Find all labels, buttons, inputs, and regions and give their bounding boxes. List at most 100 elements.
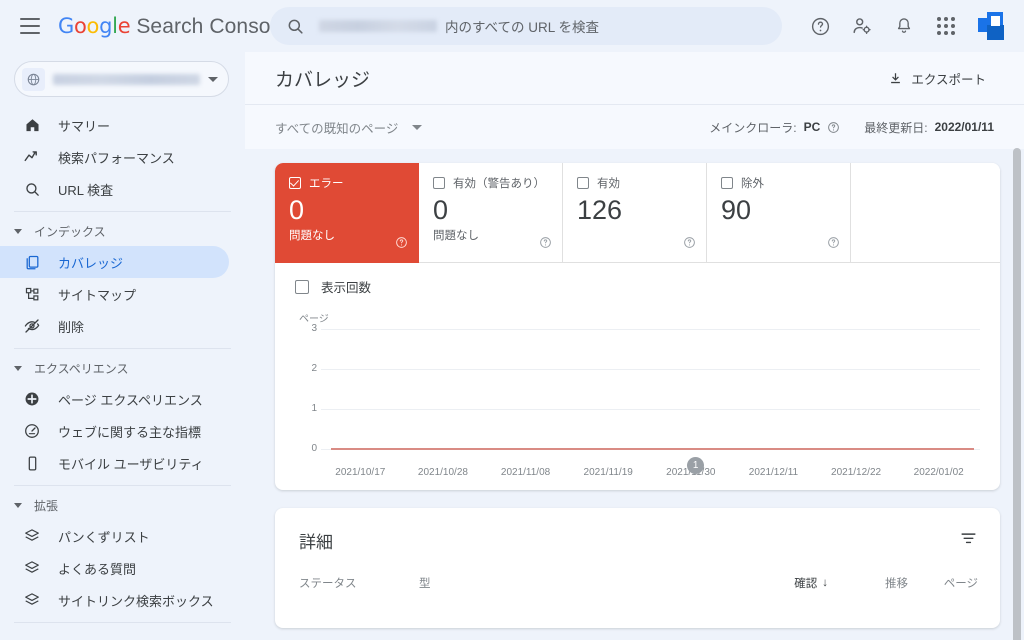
mobile-icon [22,453,42,473]
sidebar-item-sitemaps[interactable]: サイトマップ [0,278,229,310]
globe-icon [22,67,45,91]
sidebar-item-label: URL 検査 [58,182,114,198]
sidebar-item-sitelinks-searchbox[interactable]: サイトリンク検索ボックス [0,584,229,616]
sidebar-item-label: ページ エクスペリエンス [58,392,203,408]
known-pages-label: すべての既知のページ [275,121,399,136]
sidebar-item-label: ウェブに関する主な指標 [58,424,202,440]
last-updated-value: 2022/01/11 [934,120,994,134]
filter-icon[interactable] [959,529,978,553]
details-panel: 詳細 ステータス 型 確認 ↓ 推移 ページ [275,508,1000,628]
status-card-value: 90 [721,195,752,225]
column-header-type[interactable]: 型 [419,575,738,591]
vertical-scrollbar[interactable] [1013,148,1021,640]
export-button[interactable]: エクスポート [888,69,1008,88]
status-card-subtitle: 問題なし [433,230,479,243]
hamburger-menu-icon[interactable] [20,18,40,34]
help-circle-icon[interactable] [827,121,840,134]
checkbox-unchecked-icon[interactable] [433,177,445,189]
apps-grid-icon [937,17,955,35]
property-selector[interactable] [14,61,229,97]
sidebar-item-removals[interactable]: 削除 [0,310,229,342]
status-cards: エラー 0 問題なし 有効（警告あり） 0 問題なし 有効 126 除外 90 [275,163,1000,263]
sidebar-item-label: 検索パフォーマンス [58,150,175,166]
sidebar-item-page-experience[interactable]: ページ エクスペリエンス [0,383,229,415]
checkbox-unchecked-icon[interactable] [295,279,309,294]
sidebar-item-faq[interactable]: よくある質問 [0,552,229,584]
checkbox-unchecked-icon[interactable] [577,177,589,189]
column-header-trend[interactable]: 推移 [828,575,908,591]
column-header-status[interactable]: ステータス [299,575,419,591]
google-apps-icon[interactable] [934,14,958,38]
chart-series-error-line [331,448,974,450]
core-web-vitals-icon [22,421,42,441]
x-tick: 2021/10/28 [417,467,468,478]
checkbox-checked-icon[interactable] [289,177,301,189]
layers-icon [22,558,42,578]
column-header-pages[interactable]: ページ [908,575,978,591]
search-placeholder: 内のすべての URL を検査 [319,16,599,36]
account-settings-icon[interactable] [850,14,874,38]
sidebar-group-experience[interactable]: エクスペリエンス [0,353,245,383]
property-domain-value [53,73,200,85]
sidebar-item-summary[interactable]: サマリー [0,109,229,141]
sidebar-item-core-web-vitals[interactable]: ウェブに関する主な指標 [0,415,229,447]
sidebar-item-search-performance[interactable]: 検索パフォーマンス [0,141,229,173]
known-pages-dropdown[interactable]: すべての既知のページ [275,118,423,137]
details-table-header: ステータス 型 確認 ↓ 推移 ページ [275,553,1000,591]
chart-plot-area: 3 2 1 0 1 [299,323,980,474]
checkbox-unchecked-icon[interactable] [721,177,733,189]
url-inspection-search-bar[interactable]: 内のすべての URL を検査 [270,7,782,45]
sidebar-group-label: エクスペリエンス [34,361,129,376]
sitemap-icon [22,284,42,304]
status-card-valid-with-warnings[interactable]: 有効（警告あり） 0 問題なし [419,163,563,263]
sidebar-group-enhancements[interactable]: 拡張 [0,490,245,520]
status-card-error[interactable]: エラー 0 問題なし [275,163,419,263]
help-circle-icon[interactable] [683,236,696,254]
help-circle-icon[interactable] [395,236,408,254]
status-card-valid[interactable]: 有効 126 [563,163,707,263]
avatar[interactable] [978,12,1008,40]
chevron-down-icon [412,124,423,130]
status-card-label: 除外 [741,178,764,190]
notifications-bell-icon[interactable] [892,14,916,38]
trending-up-icon [22,147,42,167]
sidebar-group-index[interactable]: インデックス [0,216,245,246]
caret-down-icon [14,365,22,371]
crawler-label: メインクローラ: [709,120,797,135]
status-card-label: 有効 [597,178,620,190]
sidebar-group-label: 拡張 [34,498,59,513]
help-icon[interactable] [808,14,832,38]
redacted-domain [319,20,437,32]
status-card-excluded[interactable]: 除外 90 [707,163,851,263]
sidebar-item-url-inspection[interactable]: URL 検査 [0,173,229,205]
sidebar-item-mobile-usability[interactable]: モバイル ユーザビリティ [0,447,229,479]
pages-copy-icon [22,252,42,272]
sidebar: サマリー 検索パフォーマンス URL 検査 インデックス カバレッジ サイトマッ… [0,52,245,640]
x-tick: 2021/12/11 [748,467,799,478]
help-circle-icon[interactable] [539,236,552,254]
logo-letter-o1: o [73,13,87,38]
logo-letter-o2: o [86,13,100,38]
sidebar-item-breadcrumbs[interactable]: パンくずリスト [0,520,229,552]
chevron-down-icon [208,76,218,82]
last-updated-label: 最終更新日: [864,120,928,135]
sidebar-divider-3 [14,485,231,486]
help-circle-icon[interactable] [827,236,840,254]
impressions-toggle[interactable]: 表示回数 [291,277,984,296]
search-placeholder-text: 内のすべての URL を検査 [445,20,600,35]
status-card-value: 126 [577,195,623,225]
sidebar-divider-2 [14,348,231,349]
x-tick: 2022/01/02 [913,467,964,478]
sidebar-item-label: サイトマップ [58,287,137,303]
x-tick: 2021/11/08 [500,467,551,478]
coverage-chart: 表示回数 ページ 3 2 1 0 1 2021/10/17 2021/10/28… [275,263,1000,490]
home-icon [22,115,42,135]
y-tick: 1 [311,403,317,414]
sidebar-item-label: カバレッジ [58,255,124,271]
column-header-validation[interactable]: 確認 ↓ [738,575,828,591]
logo-letter-g: G [58,13,74,38]
brand-logo: Google Search Console [58,14,287,39]
search-icon [288,19,303,34]
sidebar-item-label: モバイル ユーザビリティ [58,456,204,472]
sidebar-item-coverage[interactable]: カバレッジ [0,246,229,278]
